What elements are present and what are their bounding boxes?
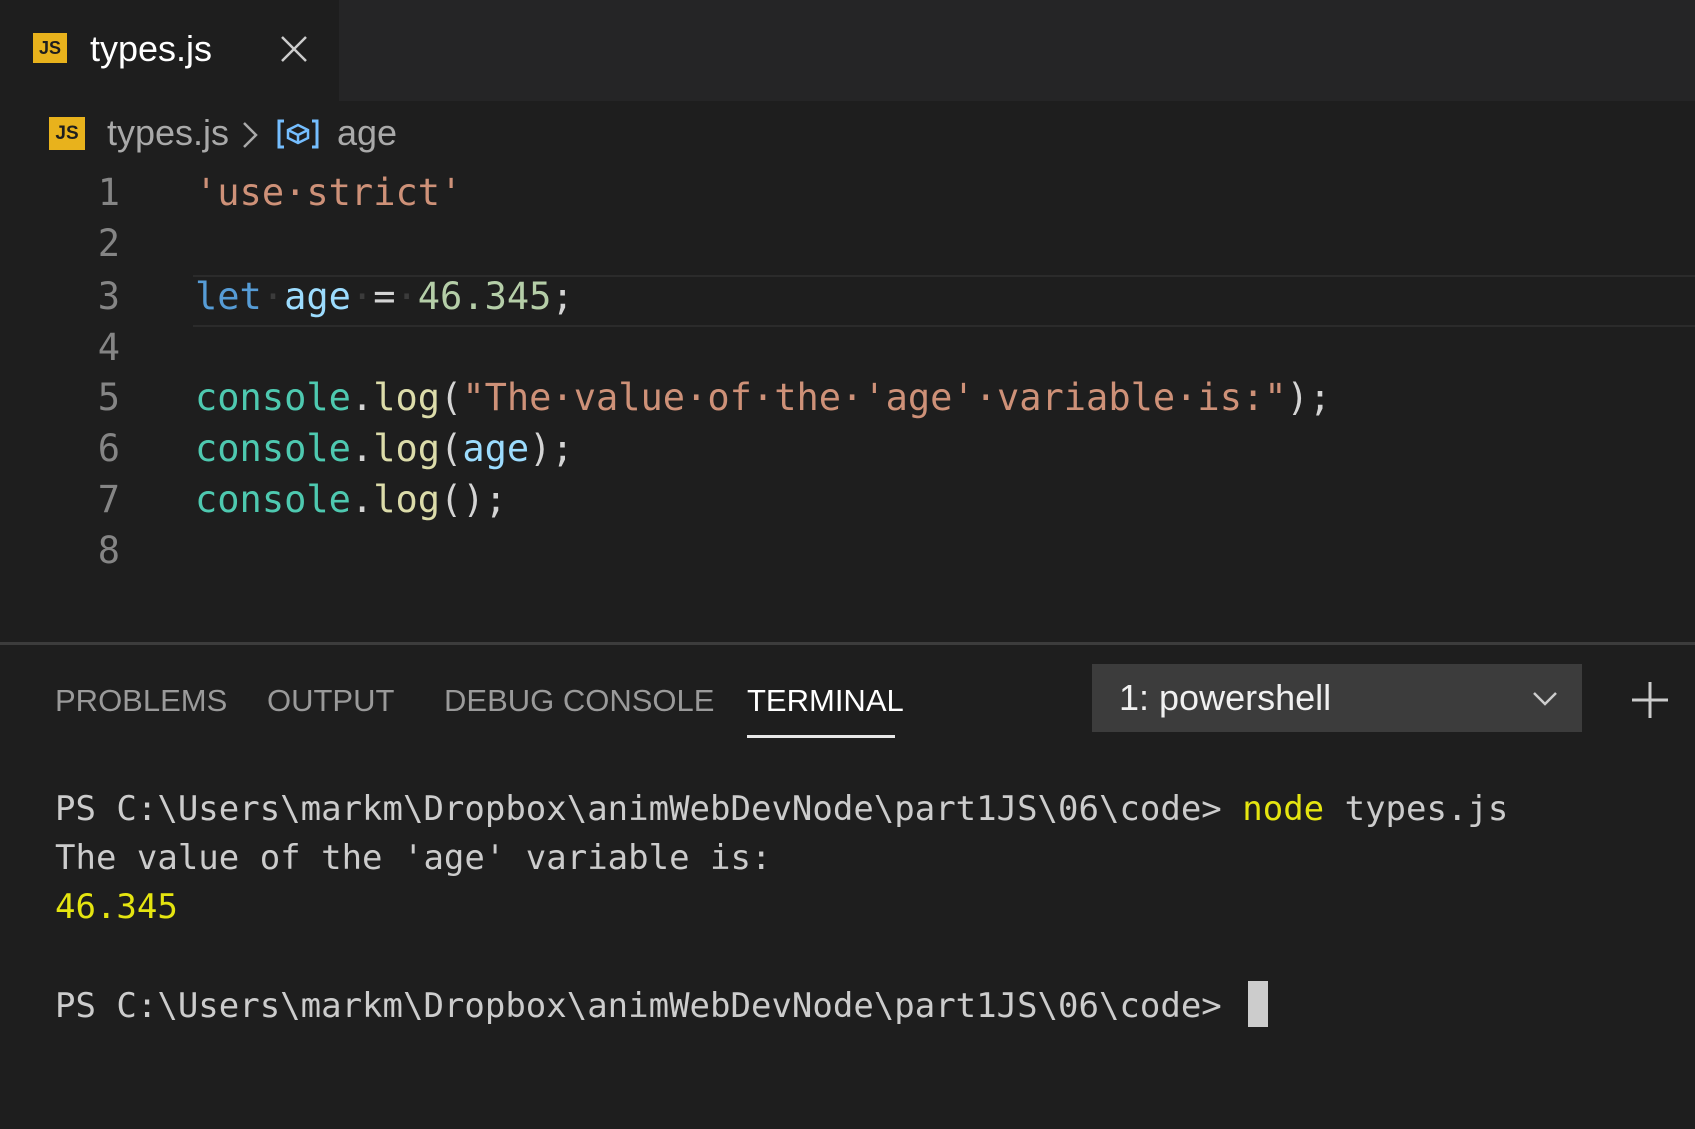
line-number: 3 bbox=[97, 275, 120, 318]
function-name: log bbox=[373, 376, 441, 419]
dot: . bbox=[350, 376, 374, 419]
code-line: 1 'use·strict' bbox=[0, 167, 1695, 221]
terminal-output[interactable]: PS C:\Users\markm\Dropbox\animWebDevNode… bbox=[55, 785, 1508, 1031]
object-name: console bbox=[195, 427, 351, 470]
object-name: console bbox=[195, 376, 351, 419]
breadcrumb-file[interactable]: types.js bbox=[107, 112, 229, 154]
active-tab-indicator bbox=[747, 735, 895, 738]
dot: . bbox=[350, 478, 374, 521]
variable: age bbox=[284, 275, 351, 318]
code-line: 4 bbox=[0, 322, 1695, 376]
chevron-down-icon bbox=[1533, 692, 1557, 706]
line-number: 2 bbox=[97, 222, 120, 265]
line-number: 7 bbox=[97, 478, 120, 521]
javascript-file-icon: JS bbox=[33, 33, 67, 63]
code-line: 3 let·age·=·46.345; bbox=[0, 271, 1695, 325]
terminal-selector-label: 1: powershell bbox=[1119, 677, 1332, 718]
number-literal: 46.345 bbox=[417, 275, 552, 318]
function-name: log bbox=[373, 427, 441, 470]
variable: age bbox=[462, 427, 530, 470]
operator: = bbox=[373, 275, 396, 318]
tab-label: types.js bbox=[90, 28, 213, 69]
tab-output[interactable]: OUTPUT bbox=[267, 683, 394, 719]
bottom-panel: PROBLEMS OUTPUT DEBUG CONSOLE TERMINAL 1… bbox=[0, 642, 1695, 1129]
code-editor[interactable]: 1 'use·strict' 2 3 let·age·=·46.345; 4 5… bbox=[0, 167, 1695, 642]
terminal-command: node bbox=[1242, 789, 1325, 829]
chevron-right-icon bbox=[243, 122, 258, 148]
terminal-output-number: 46.345 bbox=[55, 887, 178, 927]
function-name: log bbox=[373, 478, 441, 521]
editor-tab-bar: JS types.js bbox=[0, 0, 1695, 101]
terminal-cursor bbox=[1248, 981, 1269, 1027]
code-line: 2 bbox=[0, 218, 1695, 272]
javascript-file-icon: JS bbox=[49, 117, 85, 150]
close-icon[interactable] bbox=[278, 33, 310, 65]
line-number: 8 bbox=[97, 529, 120, 572]
paren-close: ); bbox=[1286, 376, 1332, 419]
dot: . bbox=[350, 427, 374, 470]
code-line: 8 bbox=[0, 525, 1695, 579]
tab-problems[interactable]: PROBLEMS bbox=[55, 683, 227, 719]
tab-debug-console[interactable]: DEBUG CONSOLE bbox=[444, 683, 714, 719]
paren-close: ); bbox=[529, 427, 574, 470]
call-parens: (); bbox=[440, 478, 507, 521]
code-line: 7 console.log(); bbox=[0, 474, 1695, 528]
semicolon: ; bbox=[551, 275, 574, 318]
code-line: 6 console.log(age); bbox=[0, 423, 1695, 477]
line-number: 5 bbox=[97, 376, 120, 419]
keyword: let bbox=[195, 275, 262, 318]
tab-types-js[interactable]: JS types.js bbox=[0, 0, 339, 101]
terminal-prompt: PS C:\Users\markm\Dropbox\animWebDevNode… bbox=[55, 986, 1243, 1026]
paren-open: ( bbox=[440, 427, 463, 470]
string-literal: 'use·strict' bbox=[195, 171, 463, 214]
tab-terminal[interactable]: TERMINAL bbox=[747, 683, 904, 719]
terminal-selector[interactable]: 1: powershell bbox=[1092, 664, 1582, 732]
code-line: 5 console.log("The·value·of·the·'age'·va… bbox=[0, 372, 1695, 426]
variable-symbol-icon bbox=[277, 119, 319, 149]
terminal-prompt: PS C:\Users\markm\Dropbox\animWebDevNode… bbox=[55, 789, 1243, 829]
line-number: 6 bbox=[97, 427, 120, 470]
terminal-output-line: The value of the 'age' variable is: bbox=[55, 838, 772, 878]
terminal-command-args: types.js bbox=[1324, 789, 1509, 829]
line-number: 1 bbox=[97, 171, 120, 214]
paren-open: ( bbox=[440, 376, 463, 419]
string-literal: "The·value·of·the·'age'·variable·is:" bbox=[462, 376, 1287, 419]
breadcrumb-symbol[interactable]: age bbox=[337, 112, 397, 154]
object-name: console bbox=[195, 478, 351, 521]
line-number: 4 bbox=[97, 326, 120, 369]
new-terminal-plus-icon[interactable] bbox=[1630, 680, 1670, 720]
